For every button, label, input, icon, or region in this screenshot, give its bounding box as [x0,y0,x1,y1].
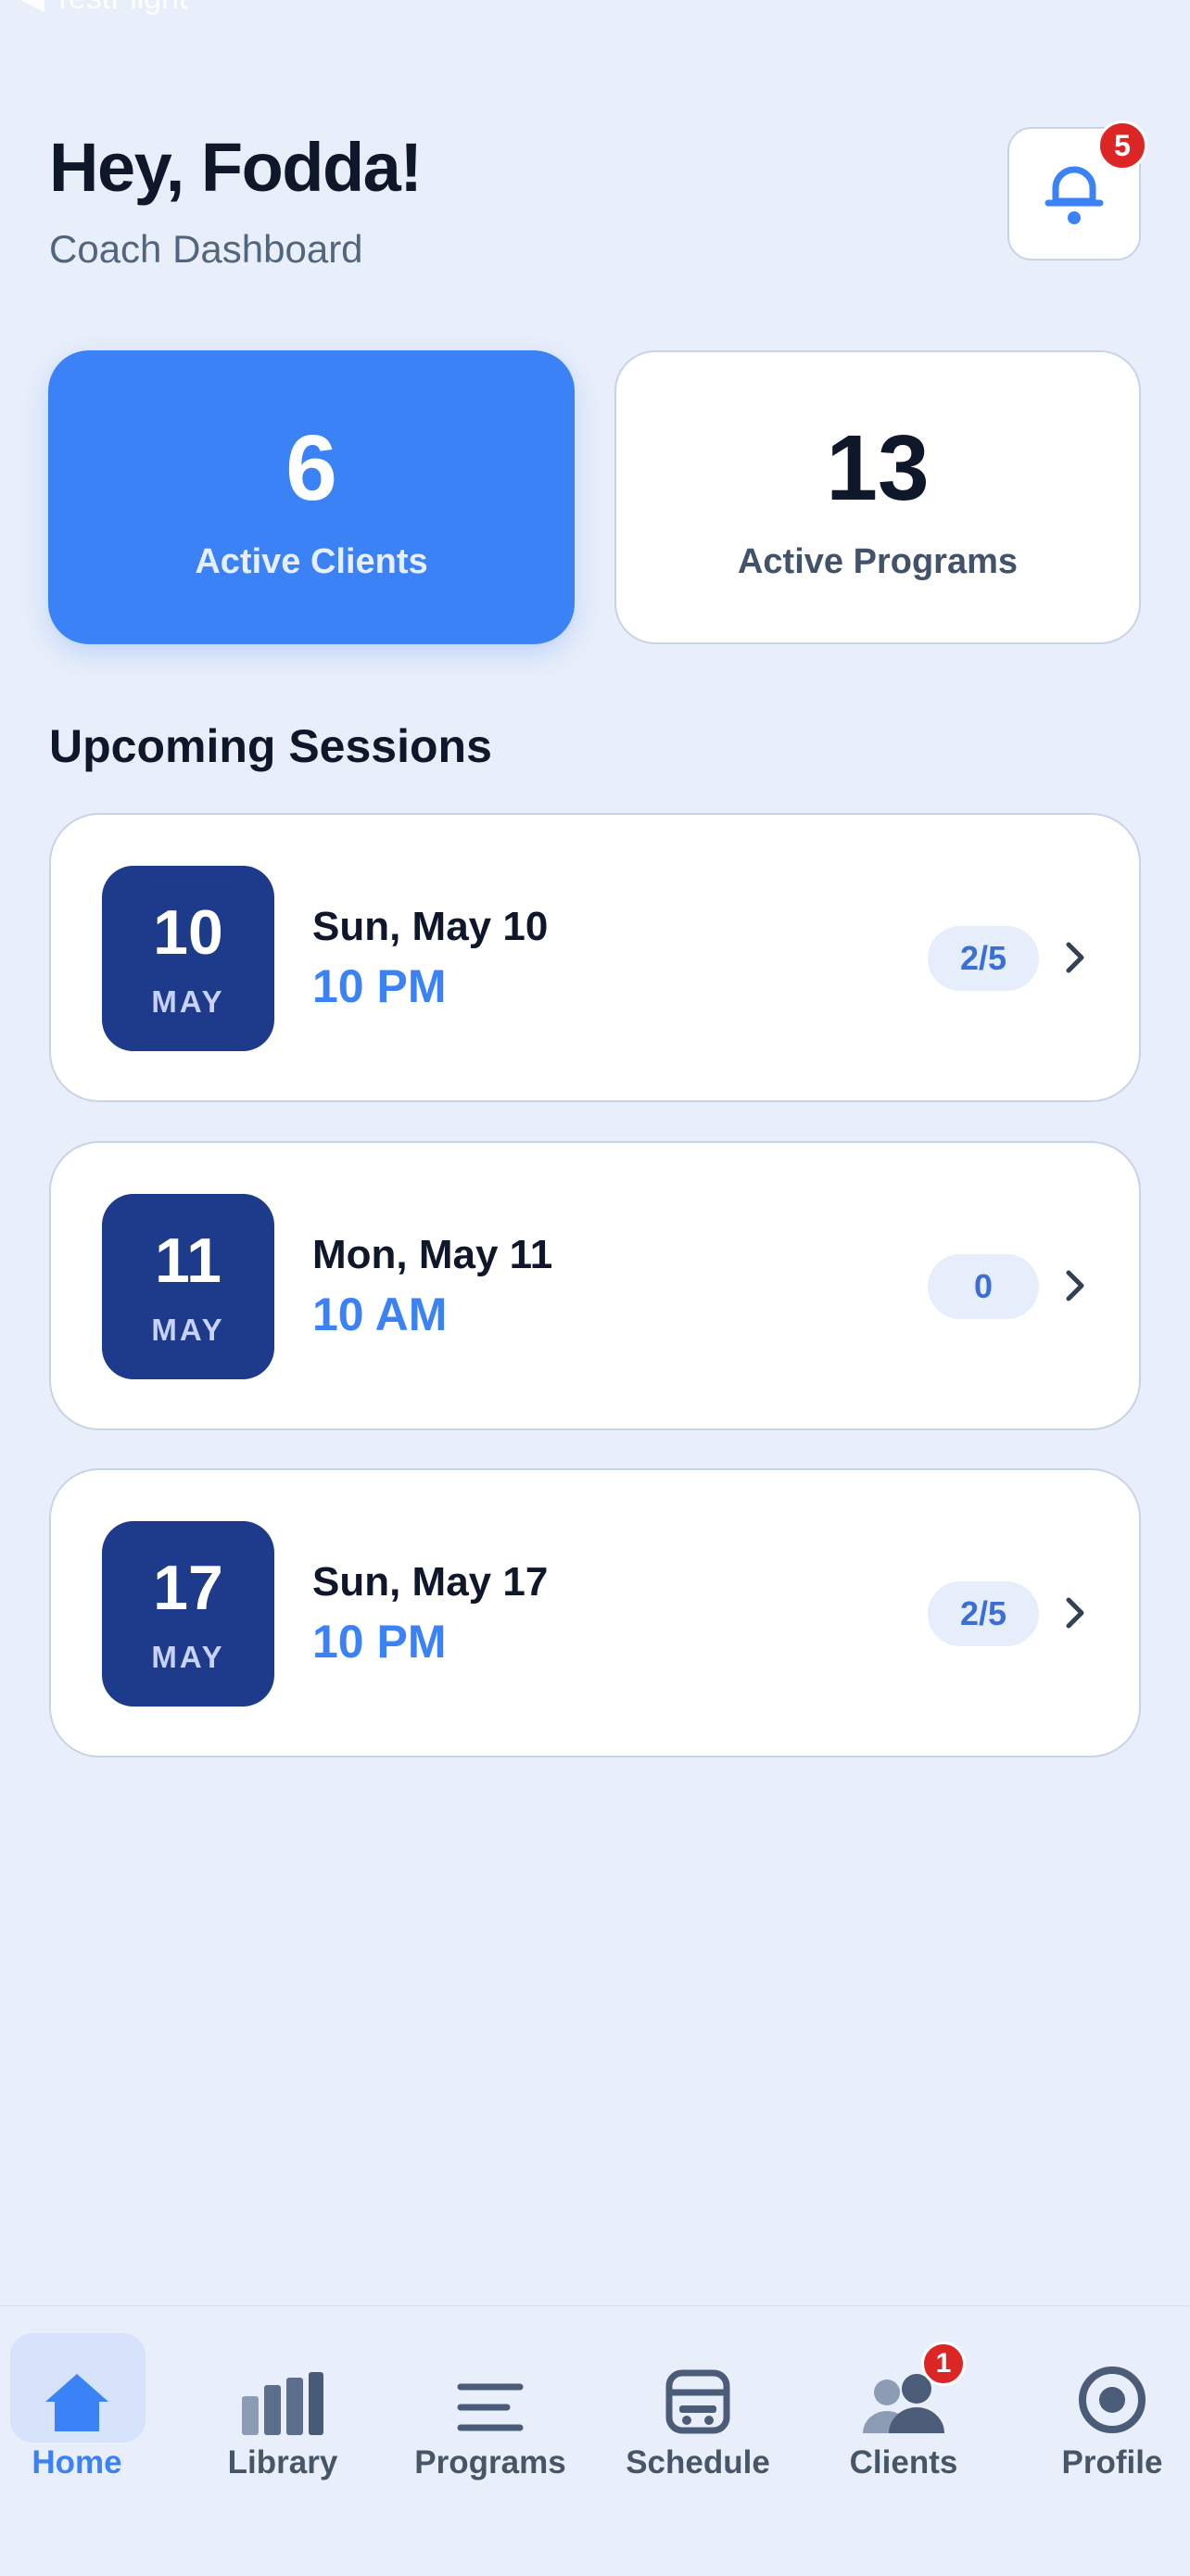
session-card[interactable]: 17 MAY Sun, May 17 10 PM 2/5 [49,1468,1141,1758]
tab-programs[interactable]: Programs [411,2333,569,2491]
chevron-right-icon [1066,1270,1084,1301]
session-date-box: 11 MAY [102,1194,274,1379]
tab-label: Profile [1061,2444,1163,2481]
schedule-icon [665,2369,730,2434]
session-date-box: 10 MAY [102,866,274,1051]
session-attendance-badge: 0 [928,1254,1039,1319]
session-time: 10 PM [312,1616,447,1668]
session-card[interactable]: 10 MAY Sun, May 10 10 PM 2/5 [49,813,1141,1102]
active-programs-count: 13 [826,416,930,520]
active-clients-label: Active Clients [195,542,428,581]
session-time: 10 AM [312,1288,448,1340]
page-subtitle: Coach Dashboard [49,227,363,271]
session-attendance-badge: 2/5 [928,1581,1039,1646]
session-month: MAY [151,1640,225,1674]
session-day: 17 [153,1553,223,1623]
tab-label: Library [227,2444,338,2481]
testflight-back-link[interactable]: ◀ TestFlight [20,0,187,17]
session-day: 10 [153,897,223,968]
upcoming-sessions-title: Upcoming Sessions [49,720,492,772]
session-date: Sun, May 10 [312,904,549,949]
tab-profile[interactable]: Profile [1033,2333,1190,2491]
session-date: Sun, May 17 [312,1559,549,1605]
home-icon [45,2374,108,2431]
greeting-title: Hey, Fodda! [49,129,423,206]
session-date-box: 17 MAY [102,1521,274,1707]
tab-label: Clients [849,2444,958,2481]
session-time: 10 PM [312,960,447,1012]
programs-icon [457,2383,524,2431]
tab-label: Schedule [626,2444,770,2481]
tab-schedule[interactable]: Schedule [619,2333,777,2491]
session-date: Mon, May 11 [312,1232,553,1277]
active-programs-card[interactable]: 13 Active Programs [614,350,1141,644]
active-clients-count: 6 [285,416,337,520]
notification-badge: 5 [1097,121,1147,171]
session-month: MAY [151,1313,225,1347]
session-month: MAY [151,984,225,1019]
active-programs-label: Active Programs [737,542,1018,581]
chevron-right-icon [1066,942,1084,973]
session-card[interactable]: 11 MAY Mon, May 11 10 AM 0 [49,1141,1141,1430]
tab-label: Programs [414,2444,566,2481]
session-attendance-badge: 2/5 [928,926,1039,991]
tab-library[interactable]: Library [204,2333,361,2491]
tab-bar [0,2305,1190,2576]
tab-home[interactable]: Home [0,2333,156,2491]
session-day: 11 [155,1225,222,1296]
active-clients-card[interactable]: 6 Active Clients [48,350,575,644]
bell-icon [1044,166,1104,224]
chevron-right-icon [1066,1597,1084,1629]
clients-badge: 1 [921,2341,966,2386]
library-icon [242,2372,323,2435]
tab-label: Home [32,2444,122,2481]
profile-icon [1079,2367,1146,2433]
